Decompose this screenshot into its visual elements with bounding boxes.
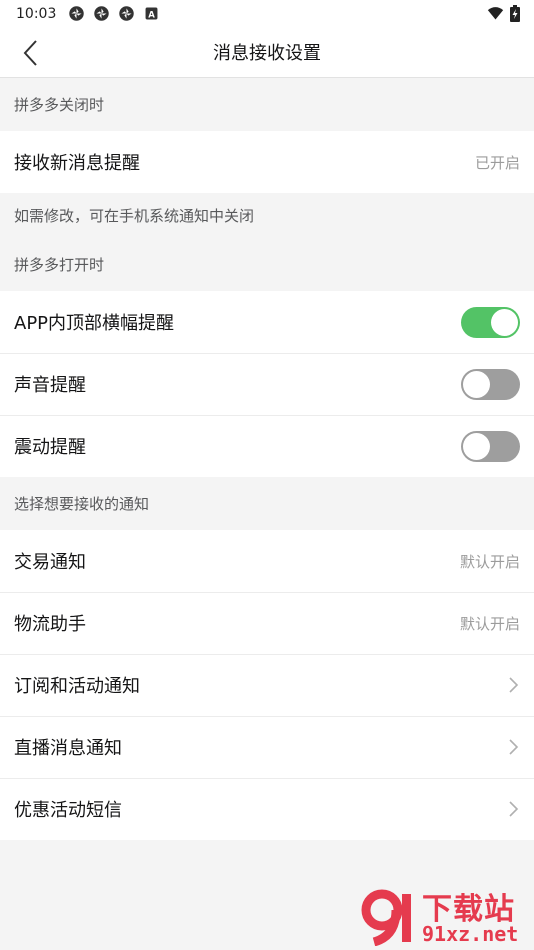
banner-reminder-row: APP内顶部横幅提醒 xyxy=(0,291,534,353)
back-button[interactable] xyxy=(10,27,50,78)
live-message-row[interactable]: 直播消息通知 xyxy=(0,716,534,778)
watermark-logo-icon xyxy=(361,889,411,946)
vibration-reminder-toggle[interactable] xyxy=(461,430,520,462)
sound-reminder-row: 声音提醒 xyxy=(0,353,534,415)
status-left: 10:03 A xyxy=(16,5,160,22)
promotion-sms-row[interactable]: 优惠活动短信 xyxy=(0,778,534,840)
a-badge-icon: A xyxy=(145,7,158,20)
row-label: 接收新消息提醒 xyxy=(14,153,140,174)
nav-bar: 消息接收设置 xyxy=(0,27,534,78)
battery-charging-icon xyxy=(510,5,520,22)
svg-text:A: A xyxy=(149,10,156,20)
trade-notification-row[interactable]: 交易通知 默认开启 xyxy=(0,530,534,592)
wifi-icon xyxy=(487,7,504,20)
section-header-closed: 拼多多关闭时 xyxy=(14,96,105,114)
row-label: 震动提醒 xyxy=(14,437,86,458)
row-label: 直播消息通知 xyxy=(14,738,122,759)
row-label: APP内顶部横幅提醒 xyxy=(14,313,175,334)
toggle-knob xyxy=(463,370,490,398)
row-label: 交易通知 xyxy=(14,552,86,573)
banner-reminder-toggle[interactable] xyxy=(461,306,520,338)
settings-group-closed: 接收新消息提醒 已开启 xyxy=(0,131,534,193)
chevron-right-icon xyxy=(509,677,519,693)
app-notification-icon xyxy=(119,6,135,21)
row-status: 默认开启 xyxy=(459,614,520,633)
logistics-assistant-row[interactable]: 物流助手 默认开启 xyxy=(0,592,534,654)
status-bar: 10:03 A xyxy=(0,0,534,27)
toggle-knob xyxy=(491,308,518,336)
sound-reminder-toggle[interactable] xyxy=(461,368,520,400)
chevron-right-icon xyxy=(509,739,519,755)
row-status: 默认开启 xyxy=(459,552,520,571)
page-title: 消息接收设置 xyxy=(213,43,321,64)
row-label: 声音提醒 xyxy=(14,375,86,396)
row-label: 物流助手 xyxy=(14,614,86,635)
watermark-url: 91xz.net xyxy=(422,922,519,946)
row-label: 订阅和活动通知 xyxy=(14,676,140,697)
app-notification-icon xyxy=(69,6,85,21)
settings-group-open: APP内顶部横幅提醒 声音提醒 震动提醒 xyxy=(0,291,534,477)
row-status: 已开启 xyxy=(474,153,520,172)
status-right xyxy=(487,5,520,22)
section-header-open: 拼多多打开时 xyxy=(14,256,105,274)
chevron-left-icon xyxy=(23,39,37,66)
app-notification-icon xyxy=(94,6,110,21)
section-note: 如需修改，可在手机系统通知中关闭 xyxy=(14,207,255,225)
toggle-knob xyxy=(463,432,490,460)
status-time: 10:03 xyxy=(16,5,57,22)
subscription-activity-row[interactable]: 订阅和活动通知 xyxy=(0,654,534,716)
row-label: 优惠活动短信 xyxy=(14,800,122,821)
chevron-right-icon xyxy=(509,801,519,817)
vibration-reminder-row: 震动提醒 xyxy=(0,415,534,477)
receive-new-message-row[interactable]: 接收新消息提醒 已开启 xyxy=(0,131,534,193)
section-header-notify: 选择想要接收的通知 xyxy=(14,495,150,513)
settings-group-notify: 交易通知 默认开启 物流助手 默认开启 订阅和活动通知 直播消息通知 优惠活动短… xyxy=(0,530,534,840)
watermark: 下载站 91xz.net xyxy=(360,884,530,948)
